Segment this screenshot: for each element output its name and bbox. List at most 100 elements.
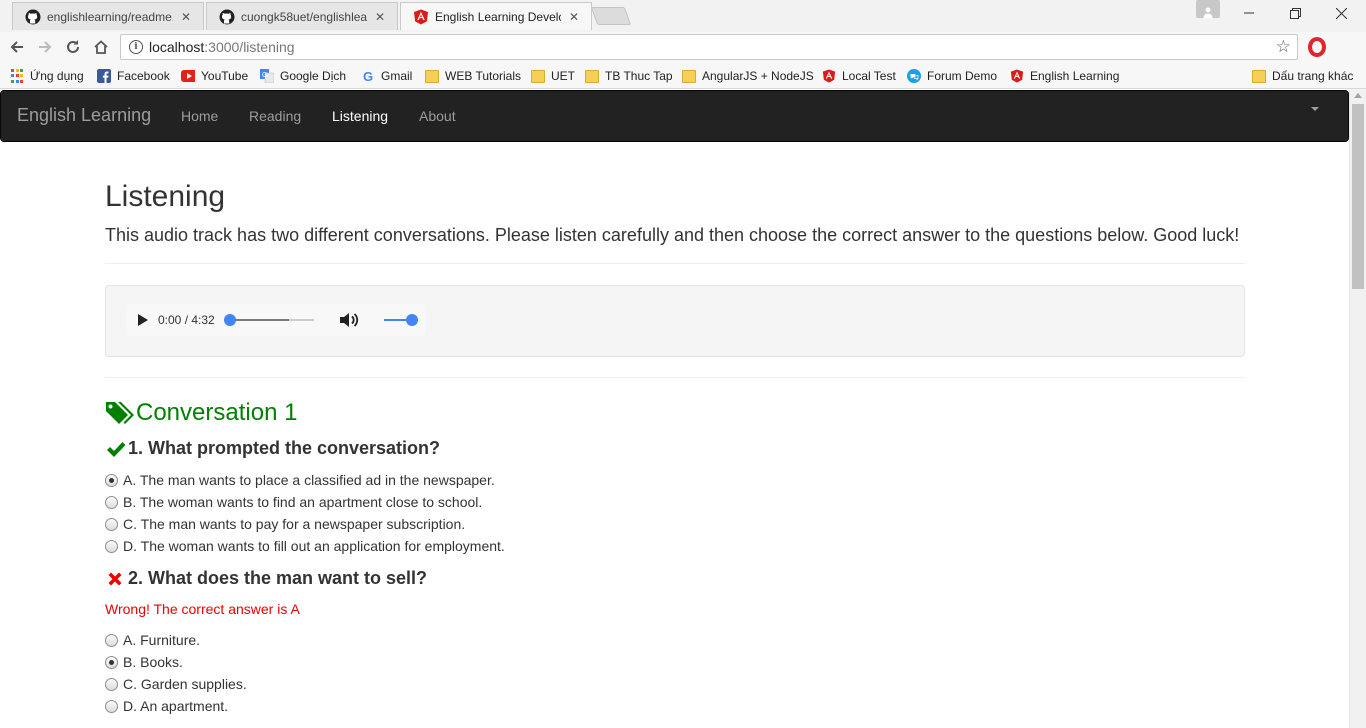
question-text: 1. What prompted the conversation? [128, 438, 441, 458]
conversation-title-text: Conversation 1 [136, 399, 298, 426]
bookmark-youtube[interactable]: YouTube [181, 67, 248, 85]
volume-icon[interactable] [338, 311, 360, 329]
volume-handle[interactable] [406, 314, 418, 326]
option-text: D. An apartment. [123, 698, 229, 714]
browser-toolbar: i localhost:3000/listening ☆ ··· [0, 32, 1366, 94]
site-navbar: English Learning Home Reading Listening … [0, 90, 1349, 142]
question-text: 2. What does the man want to sell? [128, 568, 428, 588]
facebook-icon [97, 69, 111, 83]
q1-option-a[interactable]: A. The man wants to place a classified a… [105, 472, 495, 488]
option-text: A. Furniture. [123, 632, 201, 648]
volume-slider[interactable] [384, 314, 418, 326]
dropdown-caret-icon[interactable] [1311, 107, 1319, 111]
close-icon[interactable]: ✕ [567, 10, 581, 24]
radio-button[interactable] [105, 677, 118, 691]
bookmark-label: English Learning [1030, 69, 1120, 83]
restore-button[interactable] [1272, 0, 1318, 26]
bookmark-label: YouTube [201, 69, 249, 83]
radio-button[interactable] [105, 517, 118, 531]
close-icon[interactable]: ✕ [373, 10, 387, 24]
bookmark-label: UET [551, 69, 575, 83]
bookmarks-bar: Ứng dụng Facebook YouTube G Google Dịch … [0, 62, 1366, 89]
address-bar[interactable]: i localhost:3000/listening ☆ [120, 34, 1298, 60]
bookmark-star-icon[interactable]: ☆ [1276, 37, 1291, 57]
minimize-button[interactable] [1226, 0, 1272, 26]
q2-option-c[interactable]: C. Garden supplies. [105, 676, 247, 692]
nav-link-home[interactable]: Home [181, 108, 218, 124]
q2-option-b[interactable]: B. Books. [105, 654, 183, 670]
nav-link-listening[interactable]: Listening [332, 108, 388, 124]
page-scrollbar[interactable] [1349, 89, 1366, 728]
bookmark-forum-demo[interactable]: Forum Demo [907, 67, 997, 85]
bookmark-local-test[interactable]: Local Test [822, 67, 896, 85]
forum-icon [907, 69, 921, 83]
bookmark-angularjs-nodejs[interactable]: AngularJS + NodeJS [682, 67, 814, 85]
scroll-up-arrow-icon[interactable] [1354, 93, 1362, 98]
q1-option-d[interactable]: D. The woman wants to fill out an applic… [105, 538, 505, 554]
q1-option-c[interactable]: C. The man wants to pay for a newspaper … [105, 516, 465, 532]
bookmark-label: Google Dịch [280, 69, 347, 83]
radio-button[interactable] [105, 495, 118, 509]
option-text: C. The man wants to pay for a newspaper … [123, 516, 466, 532]
angular-icon [413, 9, 429, 25]
tab-english-learning[interactable]: English Learning Develop ✕ [400, 2, 592, 30]
play-icon[interactable] [138, 314, 148, 326]
bookmark-facebook[interactable]: Facebook [97, 67, 170, 85]
reload-button[interactable] [62, 36, 84, 58]
scrollbar-thumb[interactable] [1352, 104, 1364, 289]
bookmark-english-learning[interactable]: English Learning [1010, 67, 1119, 85]
radio-button[interactable] [105, 473, 118, 487]
audio-seek-handle[interactable] [224, 314, 236, 326]
option-text: D. The woman wants to fill out an applic… [123, 538, 505, 554]
question-1: 1. What prompted the conversation? [105, 438, 440, 459]
bookmark-label: Ứng dụng [30, 69, 84, 83]
forward-button[interactable] [34, 36, 56, 58]
profile-icon[interactable] [1196, 0, 1220, 18]
home-button[interactable] [90, 36, 112, 58]
tab-title: English Learning Develop [435, 9, 561, 24]
q1-option-b[interactable]: B. The woman wants to find an apartment … [105, 494, 482, 510]
bookmark-other[interactable]: Dấu trang khác [1252, 67, 1353, 85]
bookmark-label: Dấu trang khác [1272, 69, 1354, 83]
check-icon [105, 439, 125, 459]
new-tab-button[interactable] [590, 7, 632, 25]
page-title: Listening [105, 180, 226, 213]
close-icon[interactable]: ✕ [179, 10, 193, 24]
opera-icon[interactable] [1308, 37, 1326, 57]
q2-option-d[interactable]: D. An apartment. [105, 698, 228, 714]
nav-link-reading[interactable]: Reading [249, 108, 301, 124]
bookmark-gmail[interactable]: G Gmail [361, 67, 412, 85]
close-window-button[interactable] [1318, 0, 1364, 26]
info-icon[interactable]: i [129, 40, 143, 54]
svg-text:G: G [262, 72, 267, 79]
tab-title: cuongk58uet/englishlear [241, 9, 367, 24]
bookmark-uet[interactable]: UET [531, 67, 575, 85]
question-2: 2. What does the man want to sell? [105, 568, 427, 589]
bookmark-web-tutorials[interactable]: WEB Tutorials [425, 67, 521, 85]
bookmark-label: Gmail [381, 69, 413, 83]
nav-link-about[interactable]: About [419, 108, 456, 124]
address-path: :3000/listening [204, 39, 295, 55]
bookmark-google-dich[interactable]: G Google Dịch [260, 67, 346, 85]
radio-button[interactable] [105, 633, 118, 647]
google-icon: G [362, 68, 374, 84]
radio-button[interactable] [105, 699, 118, 713]
address-host: localhost [149, 39, 205, 55]
tab-readme[interactable]: englishlearning/readme. ✕ [12, 2, 204, 30]
radio-button[interactable] [105, 539, 118, 553]
q2-option-a[interactable]: A. Furniture. [105, 632, 200, 648]
tab-title: englishlearning/readme. [47, 9, 173, 24]
bookmark-apps[interactable]: Ứng dụng [10, 67, 84, 85]
navbar-brand[interactable]: English Learning [17, 105, 151, 126]
tab-repo[interactable]: cuongk58uet/englishlear ✕ [206, 2, 398, 30]
back-button[interactable] [6, 36, 28, 58]
option-text: C. Garden supplies. [123, 676, 247, 692]
divider [105, 263, 1245, 264]
radio-button[interactable] [105, 655, 118, 669]
folder-icon [585, 69, 599, 83]
github-icon [219, 9, 235, 25]
page-viewport: English Learning Home Reading Listening … [0, 89, 1349, 728]
audio-seek-bar[interactable] [224, 314, 314, 326]
bookmark-tb-thuc-tap[interactable]: TB Thuc Tap [585, 67, 673, 85]
audio-player[interactable]: 0:00 / 4:32 [126, 304, 426, 336]
